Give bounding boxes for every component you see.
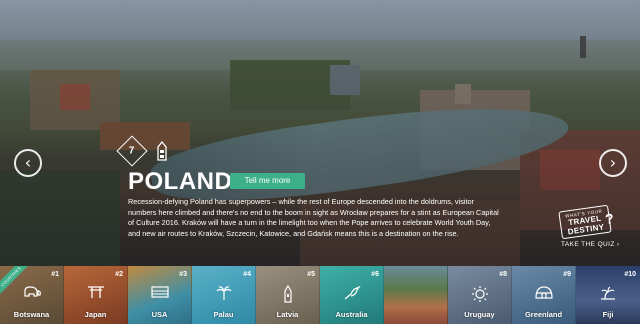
thumb-fiji[interactable]: #10 Fiji [576,266,640,324]
country-thumbnail-strip: COUNTRIES #1 Botswana #2 Japan #3 USA #4… [0,266,640,324]
palm-tree-icon [192,285,255,306]
thumb-australia[interactable]: #6 Australia [320,266,384,324]
thumb-botswana[interactable]: COUNTRIES #1 Botswana [0,266,64,324]
thumb-rank: #3 [179,271,187,278]
chevron-right-icon: › [609,153,617,172]
torii-gate-icon [64,285,127,304]
thumb-rank: #9 [563,271,571,278]
thumb-name: Botswana [13,310,50,319]
thumb-name: Greenland [524,310,563,319]
country-title: POLAND [128,168,233,195]
island-icon [576,285,640,306]
thumb-name: Japan [84,310,107,319]
previous-slide-button[interactable]: ‹ [14,149,42,177]
bird-icon [320,285,383,306]
thumb-rank: #10 [624,271,636,278]
country-description: Recession-defying Poland has superpowers… [128,197,499,238]
tell-me-more-button[interactable]: Tell me more [230,173,305,189]
thumb-rank: #8 [499,271,507,278]
rank-badge-number: 7 [129,145,135,157]
thumb-rank: #6 [371,271,379,278]
thumb-latvia[interactable]: #5 Latvia [256,266,320,324]
thumb-rank: #5 [307,271,315,278]
thumb-name: Palau [213,310,234,319]
flag-icon [128,285,191,303]
rank-badge: 7 [116,135,148,167]
thumb-uruguay[interactable]: #8 Uruguay [448,266,512,324]
chevron-left-icon: ‹ [24,153,32,172]
take-the-quiz-link[interactable]: TAKE THE QUIZ › [561,241,620,248]
igloo-icon [512,285,575,304]
thumb-name: Latvia [276,310,299,319]
thumb-name: Australia [335,310,368,319]
thumb-palau[interactable]: #4 Palau [192,266,256,324]
monument-icon [151,140,173,162]
church-tower-icon [256,284,319,308]
thumb-poland[interactable]: #7 [384,266,448,324]
thumb-name: USA [151,310,168,319]
elephant-icon [0,285,63,304]
thumb-rank: #2 [115,271,123,278]
thumb-name: Fiji [602,310,614,319]
thumb-name: Uruguay [464,310,495,319]
thumb-usa[interactable]: #3 USA [128,266,192,324]
thumb-greenland[interactable]: #9 Greenland [512,266,576,324]
sun-icon [448,285,511,308]
next-slide-button[interactable]: › [599,149,627,177]
thumb-japan[interactable]: #2 Japan [64,266,128,324]
thumb-rank: #4 [243,271,251,278]
thumb-rank: #1 [51,271,59,278]
rank-badges: 7 [116,135,173,167]
